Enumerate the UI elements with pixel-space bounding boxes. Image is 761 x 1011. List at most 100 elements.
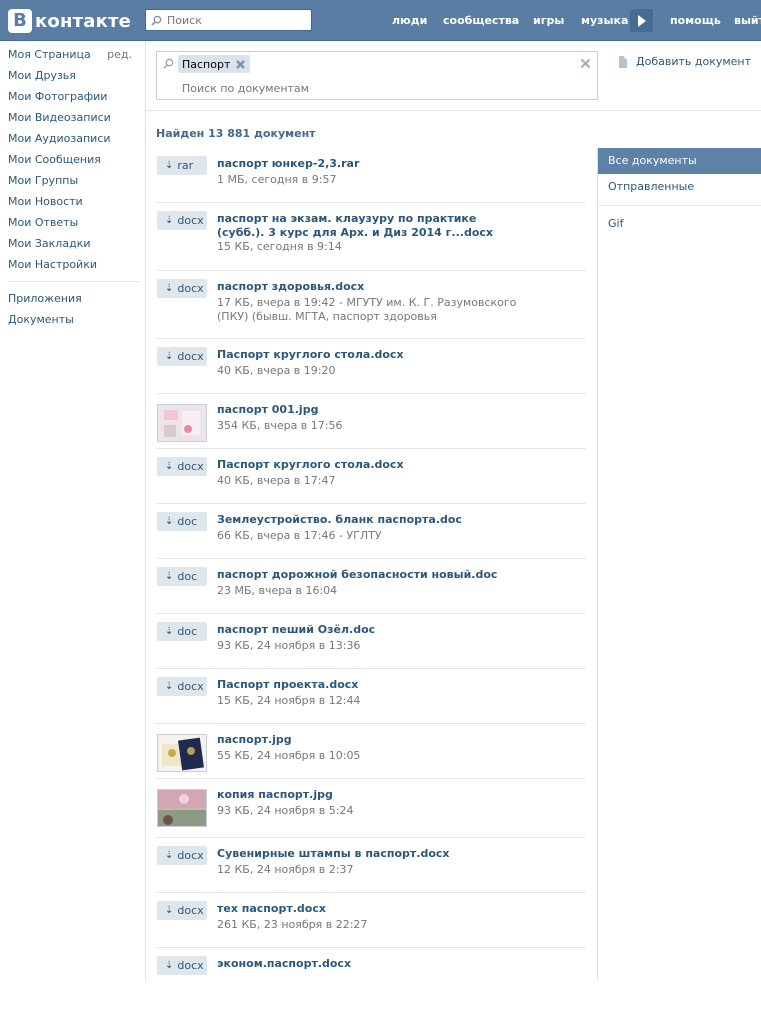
document-row[interactable]: ⇣ rar паспорт юнкер-2,3.rar 1 МБ, сегодня в… [156,148,586,203]
download-badge[interactable]: ⇣ doc [157,567,207,586]
nav-logout[interactable]: выйти [734,14,761,27]
filter-all-documents[interactable]: Все документы [598,148,761,174]
nav-communities[interactable]: сообщества [443,14,519,27]
document-row[interactable]: копия паспорт.jpg 93 КБ, 24 ноября в 5:24 [156,779,586,838]
document-title[interactable]: паспорт юнкер-2,3.rar [217,157,517,171]
menu-my-bookmarks[interactable]: Мои Закладки [0,233,145,254]
document-title[interactable]: Паспорт проекта.docx [217,678,517,692]
document-title[interactable]: Сувенирные штампы в паспорт.docx [217,847,517,861]
clear-search-icon[interactable] [580,58,591,72]
download-badge[interactable]: ⇣ docx [157,846,207,865]
document-row[interactable]: ⇣ doc паспорт пеший Озёл.doc 93 КБ, 24 нояб… [156,614,586,669]
document-title[interactable]: тех паспорт.docx [217,902,517,916]
document-row[interactable]: паспорт.jpg 55 КБ, 24 ноября в 10:05 [156,724,586,779]
audio-play-button[interactable] [630,9,653,32]
download-icon: ⇣ [165,516,174,527]
download-icon: ⇣ [165,351,174,362]
document-row[interactable]: ⇣ docx Паспорт круглого стола.docx 40 КБ, в… [156,339,586,394]
document-meta: 1 МБ, сегодня в 9:57 [217,173,337,186]
document-thumbnail[interactable] [157,734,207,772]
menu-my-audio[interactable]: Мои Аудиозаписи [0,128,145,149]
results-count: Найден 13 881 документ [156,127,316,140]
document-meta: 354 КБ, вчера в 17:56 [217,419,343,432]
document-title[interactable]: паспорт на экзам. клаузуру по практике (… [217,212,517,240]
menu-my-groups[interactable]: Мои Группы [0,170,145,191]
filter-divider [598,205,761,206]
document-row[interactable]: ⇣ docx паспорт здоровья.docx 17 КБ, вчера в… [156,271,586,339]
document-row[interactable]: ⇣ doc паспорт дорожной безопасности новый.… [156,559,586,614]
menu-my-friends[interactable]: Мои Друзья [0,65,145,86]
document-title[interactable]: копия паспорт.jpg [217,788,517,802]
download-badge[interactable]: ⇣ docx [157,677,207,696]
global-search[interactable] [145,9,312,31]
document-title[interactable]: Паспорт круглого стола.docx [217,458,517,472]
document-title[interactable]: паспорт здоровья.docx [217,280,517,294]
document-title[interactable]: эконом.паспорт.docx [217,957,517,971]
document-title[interactable]: Паспорт круглого стола.docx [217,348,517,362]
download-badge[interactable]: ⇣ docx [157,211,207,230]
document-title[interactable]: Землеустройство. бланк паспорта.doc [217,513,517,527]
download-badge[interactable]: ⇣ docx [157,956,207,975]
document-thumbnail[interactable] [157,404,207,442]
top-header: В контакте люди сообщества игры музыка п… [0,0,761,41]
remove-tag-icon[interactable] [235,59,246,70]
document-filters: Все документы Отправленные Gif [597,148,761,980]
document-thumbnail[interactable] [157,789,207,827]
menu-my-photos[interactable]: Мои Фотографии [0,86,145,107]
add-document-button[interactable]: Добавить документ [618,55,751,68]
nav-music[interactable]: музыка [581,14,628,27]
nav-people[interactable]: люди [392,14,427,27]
vk-logo[interactable]: В контакте [8,8,131,34]
document-title[interactable]: паспорт дорожной безопасности новый.doc [217,568,517,582]
menu-documents[interactable]: Документы [0,309,145,330]
menu-divider [8,281,139,282]
download-badge[interactable]: ⇣ doc [157,622,207,641]
menu-apps[interactable]: Приложения [0,288,145,309]
global-search-input[interactable] [167,13,307,27]
download-icon: ⇣ [165,160,174,171]
document-row[interactable]: ⇣ docx Паспорт проекта.docx 15 КБ, 24 ноябр… [156,669,586,724]
menu-my-page[interactable]: Моя Страница ред. [0,44,145,65]
menu-my-settings[interactable]: Мои Настройки [0,254,145,275]
document-search-box[interactable]: Паспорт Поиск по документам [156,51,598,100]
download-badge[interactable]: ⇣ docx [157,901,207,920]
search-icon [163,58,174,69]
filter-gif[interactable]: Gif [598,211,761,237]
filter-sent[interactable]: Отправленные [598,174,761,200]
document-title[interactable]: паспорт.jpg [217,733,517,747]
download-badge[interactable]: ⇣ doc [157,512,207,531]
document-row[interactable]: ⇣ docx Сувенирные штампы в паспорт.docx 12 … [156,838,586,893]
document-row[interactable]: ⇣ docx Паспорт круглого стола.docx 40 КБ, в… [156,449,586,504]
document-row[interactable]: ⇣ doc Землеустройство. бланк паспорта.doc 6… [156,504,586,559]
download-icon: ⇣ [165,681,174,692]
file-extension: docx [177,460,204,473]
menu-my-answers[interactable]: Мои Ответы [0,212,145,233]
menu-my-messages[interactable]: Мои Сообщения [0,149,145,170]
document-row[interactable]: ⇣ docx паспорт на экзам. клаузуру по практ… [156,203,586,271]
document-title[interactable]: паспорт пеший Озёл.doc [217,623,517,637]
document-search-placeholder[interactable]: Поиск по документам [182,82,309,95]
file-extension: doc [177,515,198,528]
download-badge[interactable]: ⇣ docx [157,457,207,476]
nav-games[interactable]: игры [533,14,564,27]
nav-help[interactable]: помощь [670,14,721,27]
document-meta: 261 КБ, 23 ноября в 22:27 [217,918,368,931]
search-icon [151,15,162,26]
download-badge[interactable]: ⇣ docx [157,347,207,366]
file-extension: docx [177,214,204,227]
download-badge[interactable]: ⇣ docx [157,279,207,298]
document-meta: 15 КБ, сегодня в 9:14 [217,240,342,253]
download-badge[interactable]: ⇣ rar [157,156,207,175]
menu-my-videos[interactable]: Мои Видеозаписи [0,107,145,128]
document-row[interactable]: ⇣ docx тех паспорт.docx 261 КБ, 23 ноября в… [156,893,586,948]
document-row[interactable]: ⇣ docx эконом.паспорт.docx [156,948,586,978]
document-row[interactable]: паспорт 001.jpg 354 КБ, вчера в 17:56 [156,394,586,449]
file-extension: docx [177,849,204,862]
menu-my-news[interactable]: Мои Новости [0,191,145,212]
search-tag[interactable]: Паспорт [178,55,251,73]
download-icon: ⇣ [165,905,174,916]
search-tag-label: Паспорт [182,57,231,71]
edit-link[interactable]: ред. [107,44,132,65]
document-meta: 40 КБ, вчера в 19:20 [217,364,336,377]
document-title[interactable]: паспорт 001.jpg [217,403,517,417]
